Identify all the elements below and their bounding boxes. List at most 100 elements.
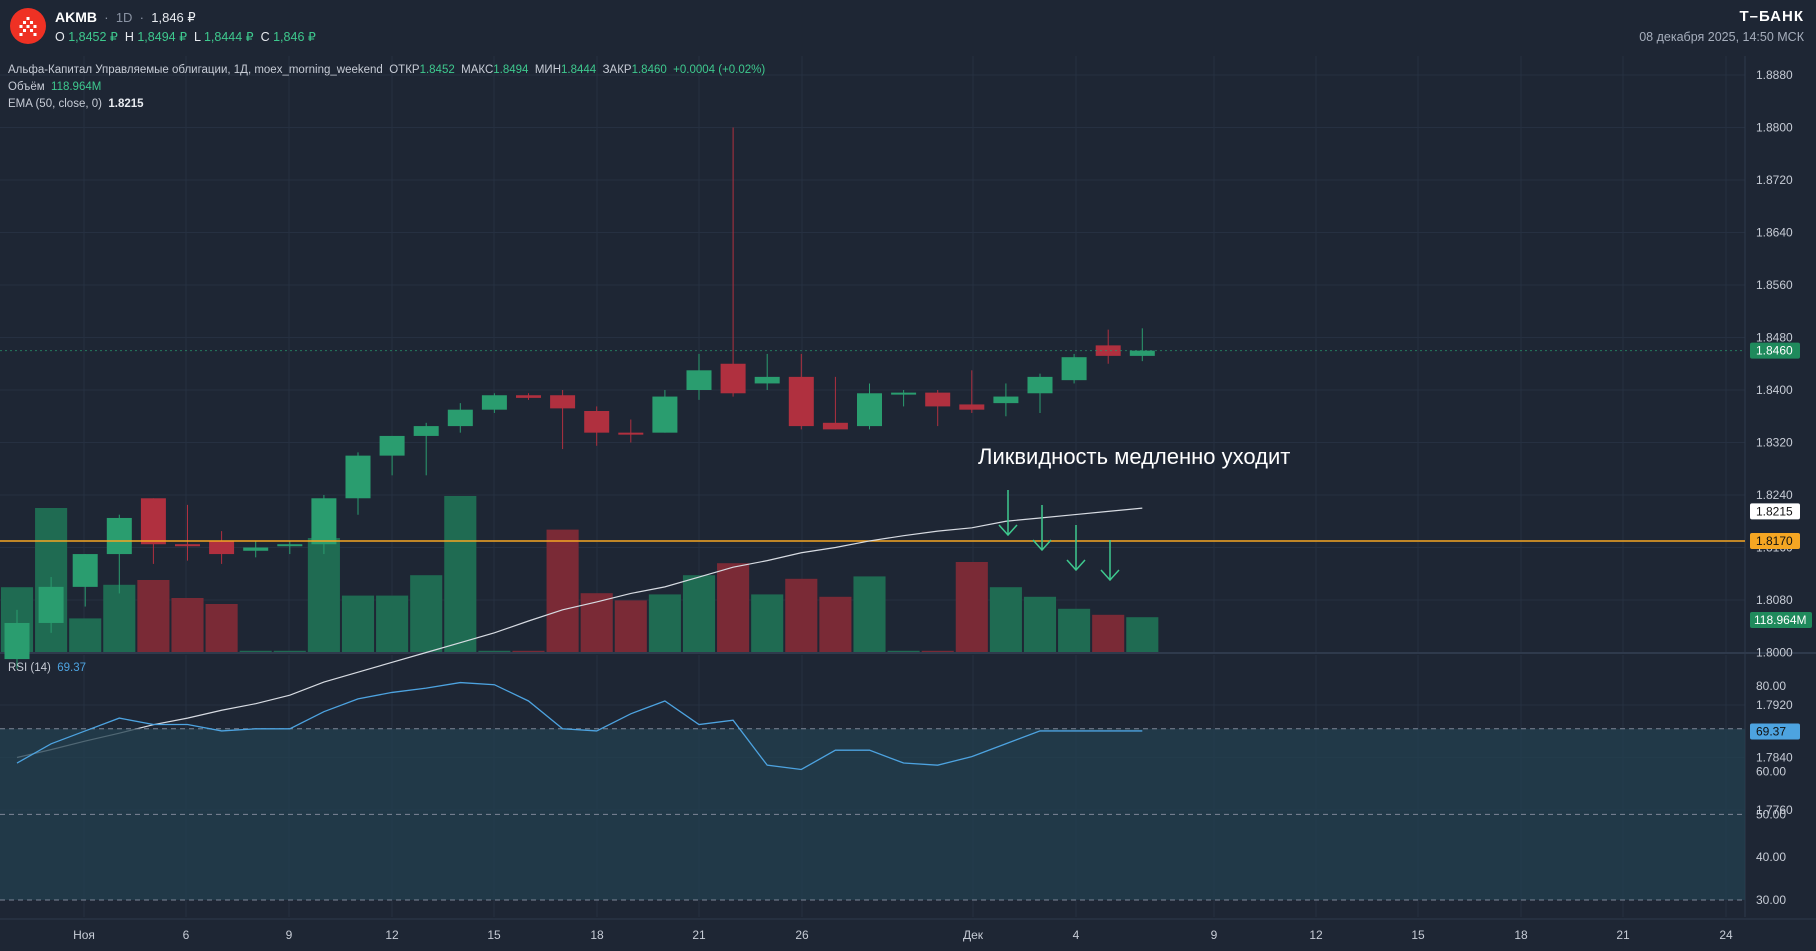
volume-bar [1092, 614, 1125, 652]
ema-legend[interactable]: EMA (50, close, 0) 1.8215 [8, 98, 144, 110]
time-tick-label: Дек [963, 928, 984, 942]
rsi-legend[interactable]: RSI (14) 69.37 [8, 662, 86, 674]
time-tick-label: 6 [183, 928, 190, 942]
ohlc-line: O 1,8452 ₽ H 1,8494 ₽ L 1,8444 ₽ C 1,846… [55, 29, 316, 44]
time-tick-label: 21 [692, 928, 706, 942]
candle [959, 370, 985, 413]
candle-body [857, 393, 882, 427]
last-price-tag-text: 1.8460 [1756, 344, 1793, 358]
price-tick-label: 1.8000 [1756, 646, 1793, 660]
last-price-tag: 1.8460 [1750, 342, 1800, 359]
volume-bar [1126, 617, 1159, 652]
candle-body [345, 455, 371, 499]
price-tick-label: 1.8880 [1756, 68, 1793, 82]
volume-label: Объём [8, 81, 45, 93]
volume-bar [887, 650, 920, 652]
candle [686, 353, 712, 400]
candle-body [925, 392, 951, 407]
time-tick-label: 4 [1073, 928, 1080, 942]
candle-body [447, 409, 473, 427]
candle [891, 390, 917, 407]
interval[interactable]: 1D [116, 10, 133, 25]
volume-bar [137, 580, 170, 652]
candle-body [788, 376, 814, 427]
time-tick-label: 15 [487, 928, 501, 942]
volume-bar [376, 595, 409, 652]
ema-price-tag: 1.8215 [1750, 503, 1800, 520]
annotation-text: Ликвидность медленно уходит [978, 444, 1291, 469]
volume-bars [0, 496, 1159, 652]
time-tick-label: Ноя [73, 928, 95, 942]
candle [788, 353, 814, 430]
candle [754, 353, 780, 390]
candle [72, 554, 98, 607]
candle-body [822, 422, 848, 430]
candle-body [209, 540, 235, 555]
time-tick-label: 9 [286, 928, 293, 942]
ohlc-open-value: 1,8452 ₽ [68, 30, 118, 44]
volume-bar [785, 578, 818, 652]
top-bar: AKMB · 1D · 1,846 ₽ O 1,8452 ₽ H 1,8494 … [0, 0, 1816, 56]
volume-bar [989, 587, 1022, 652]
candle-body [72, 554, 98, 587]
main-series-legend[interactable]: Альфа-Капитал Управляемые облигации, 1Д,… [8, 64, 765, 76]
volume-bar [1023, 596, 1057, 652]
down-arrow-icon [1032, 505, 1052, 552]
candle [209, 531, 235, 564]
candle [447, 403, 473, 433]
candle-body [277, 544, 303, 547]
down-arrow-icon [998, 490, 1018, 537]
candle-body [106, 517, 132, 555]
candle-body [1129, 350, 1155, 356]
volume-bar [205, 604, 238, 652]
candle [1061, 353, 1087, 384]
volume-bar [1058, 608, 1091, 652]
candle-body [993, 396, 1019, 404]
time-tick-label: 9 [1211, 928, 1218, 942]
price-tick-label: 1.8240 [1756, 488, 1793, 502]
ohlc-high-value: 1,8494 ₽ [137, 30, 188, 44]
rsi-value: 69.37 [57, 662, 86, 674]
candle [175, 504, 200, 561]
rsi-tick-label: 60.00 [1756, 765, 1786, 779]
legend-close-label: ЗАКР [602, 64, 632, 76]
ohlc-open-label: O [55, 30, 65, 44]
legend-change: +0.0004 (+0.02%) [673, 64, 766, 76]
time-tick-label: 12 [385, 928, 399, 942]
symbol-name[interactable]: AKMB [55, 9, 97, 25]
volume-legend[interactable]: Объём 118.964M [8, 81, 101, 93]
time-tick-label: 21 [1616, 928, 1630, 942]
ohlc-close-value: 1,846 ₽ [273, 30, 316, 44]
volume-bar [819, 596, 852, 652]
time-tick-label: 18 [590, 928, 604, 942]
candle-body [311, 498, 337, 545]
timestamp: 08 декабря 2025, 14:50 МСК [1639, 30, 1804, 44]
brand-logo: Т–БАНК [1739, 8, 1804, 25]
price-tick-label: 1.8080 [1756, 593, 1793, 607]
candle [345, 452, 371, 515]
chart-canvas[interactable]: 1.88801.88001.87201.86401.85601.84801.84… [0, 0, 1816, 951]
volume-bar [512, 650, 545, 652]
volume-bar [648, 594, 681, 652]
ohlc-close-label: C [260, 30, 270, 44]
price-tick-label: 1.7920 [1756, 698, 1793, 712]
down-arrow-icon [1100, 540, 1120, 582]
price-tick-label: 1.7840 [1756, 751, 1793, 765]
candle [822, 376, 848, 430]
volume-bar [921, 650, 954, 652]
candle-body [959, 404, 985, 410]
legend-low-label: МИН [534, 64, 561, 76]
candle-body [140, 498, 166, 545]
price-tick-label: 1.8720 [1756, 173, 1793, 187]
level-price-tag: 1.8170 [1750, 532, 1800, 549]
candle [993, 383, 1019, 417]
legend-high-value: 1.8494 [493, 64, 529, 76]
last-price: 1,846 ₽ [151, 10, 196, 25]
candle [925, 390, 951, 427]
volume-bar [478, 650, 511, 652]
ema-label: EMA (50, close, 0) [8, 98, 102, 110]
volume-bar [682, 575, 716, 652]
volume-bar [341, 595, 375, 652]
time-tick-label: 24 [1719, 928, 1733, 942]
candle-body [38, 586, 64, 623]
